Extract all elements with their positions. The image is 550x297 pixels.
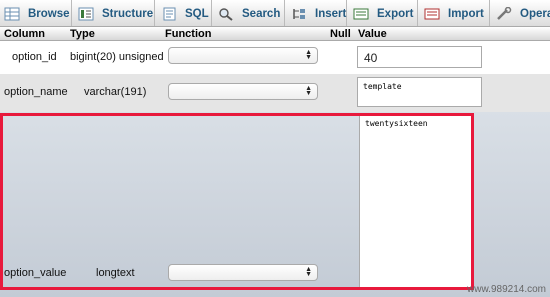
tab-label: Structure — [102, 7, 154, 20]
tab-label: Insert — [315, 7, 347, 20]
export-icon — [353, 7, 369, 21]
table-row: option_name varchar(191) ▲ ▼ template — [0, 74, 550, 112]
header-value: Value — [358, 28, 387, 40]
tab-insert[interactable]: Insert — [285, 0, 347, 26]
import-icon — [424, 7, 440, 21]
tab-label: Browse — [28, 7, 70, 20]
tab-search[interactable]: Search — [212, 0, 285, 26]
tab-label: Search — [242, 7, 281, 20]
header-type: Type — [70, 28, 95, 40]
operations-icon — [496, 6, 512, 21]
column-name: option_id — [12, 51, 57, 63]
header-null: Null — [330, 28, 351, 40]
header-function: Function — [165, 28, 212, 40]
select-arrows-icon: ▲ ▼ — [305, 85, 312, 97]
value-input[interactable]: 40 — [357, 46, 482, 68]
column-type: longtext — [96, 267, 135, 279]
function-select[interactable]: ▲ ▼ — [168, 47, 318, 64]
column-type: varchar(191) — [84, 86, 147, 98]
watermark: www.989214.com — [467, 284, 546, 295]
column-name: option_value — [4, 267, 67, 279]
sql-icon — [161, 7, 177, 21]
value-textarea-large[interactable]: twentysixteen — [359, 114, 472, 288]
select-arrows-icon: ▲ ▼ — [305, 49, 312, 61]
tab-browse[interactable]: Browse — [0, 0, 72, 26]
tab-label: Opera — [520, 7, 550, 20]
tab-sql[interactable]: SQL — [155, 0, 212, 26]
tab-bar: Browse Structure SQL Search Insert Expor… — [0, 0, 550, 27]
header-column: Column — [4, 28, 45, 40]
tab-label: Export — [377, 7, 414, 20]
value-textarea[interactable]: template — [357, 77, 482, 107]
search-icon — [218, 7, 234, 21]
browse-icon — [4, 7, 20, 21]
column-type: bigint(20) unsigned — [70, 51, 164, 63]
tab-structure[interactable]: Structure — [72, 0, 155, 26]
tab-operations[interactable]: Opera — [490, 0, 550, 26]
table-row: option_id bigint(20) unsigned ▲ ▼ 40 — [0, 41, 550, 74]
tab-import[interactable]: Import — [418, 0, 490, 26]
table-header: Column Type Function Null Value — [0, 27, 550, 41]
function-select[interactable]: ▲ ▼ — [168, 264, 318, 281]
tab-label: Import — [448, 7, 484, 20]
select-arrows-icon: ▲ ▼ — [305, 266, 312, 278]
insert-icon — [291, 7, 307, 21]
structure-icon — [78, 7, 94, 21]
function-select[interactable]: ▲ ▼ — [168, 83, 318, 100]
column-name: option_name — [4, 86, 68, 98]
tab-export[interactable]: Export — [347, 0, 418, 26]
tab-label: SQL — [185, 7, 209, 20]
